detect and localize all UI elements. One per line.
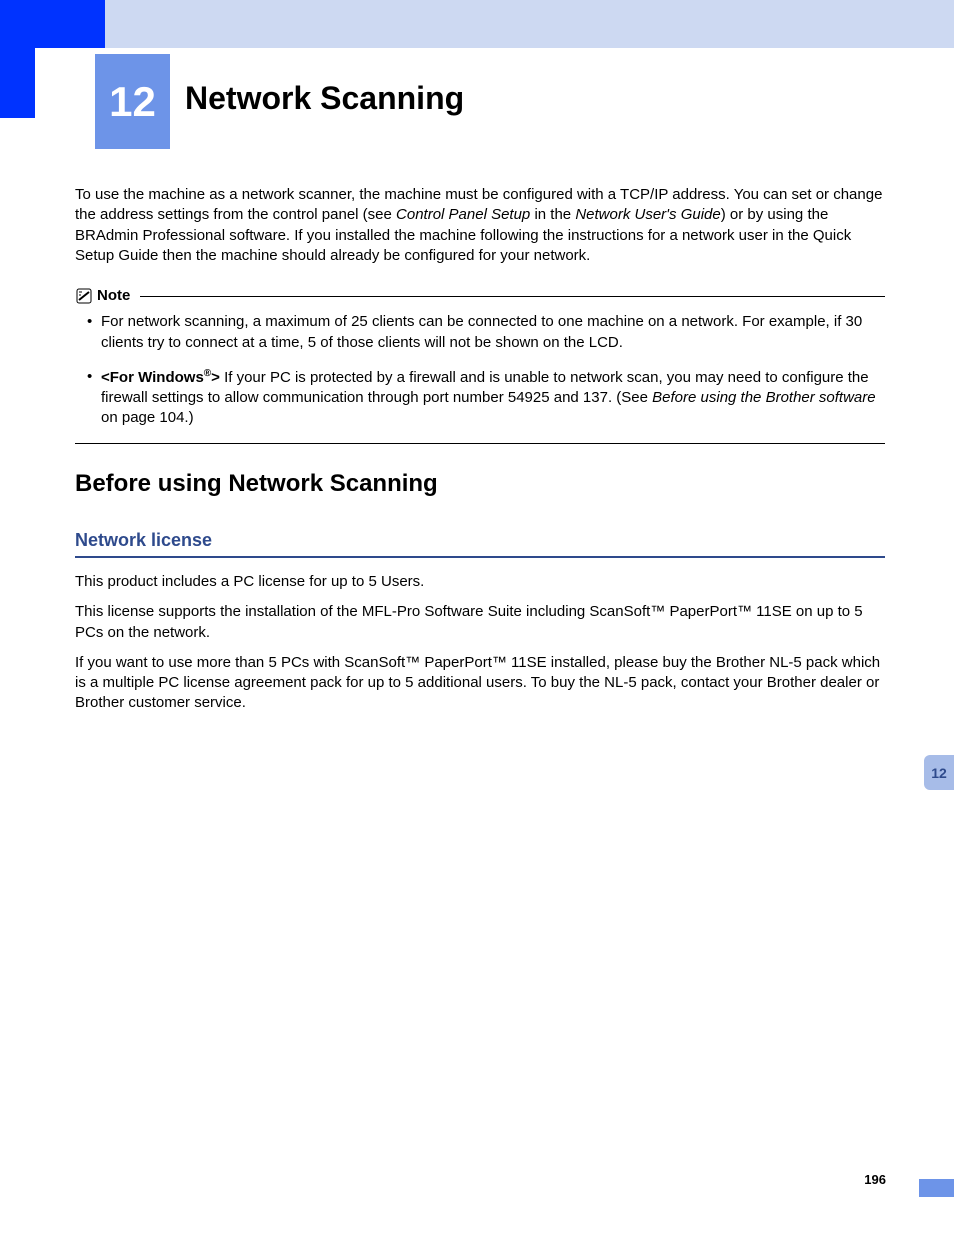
subsection-heading: Network license bbox=[75, 528, 885, 558]
intro-cps-ref: Control Panel Setup bbox=[396, 206, 530, 223]
note-item-2-prefix: <For Windows bbox=[101, 369, 204, 386]
license-p3: If you want to use more than 5 PCs with … bbox=[75, 653, 885, 714]
chapter-title: Network Scanning bbox=[185, 80, 464, 117]
intro-nug-ref: Network User's Guide bbox=[575, 206, 720, 223]
license-p2: This license supports the installation o… bbox=[75, 602, 885, 643]
license-p1: This product includes a PC license for u… bbox=[75, 572, 885, 592]
header-light-strip bbox=[105, 0, 954, 48]
side-tab: 12 bbox=[924, 755, 954, 790]
note-item-1: For network scanning, a maximum of 25 cl… bbox=[87, 312, 885, 353]
note-item-2: <For Windows®> If your PC is protected b… bbox=[87, 367, 885, 429]
left-blue-bar bbox=[0, 48, 35, 118]
note-label: Note bbox=[97, 286, 130, 306]
page-number: 196 bbox=[864, 1172, 886, 1187]
note-bottom-rule bbox=[75, 443, 885, 444]
note-item-2-link: Before using the Brother software bbox=[652, 389, 875, 406]
section-heading: Before using Network Scanning bbox=[75, 468, 885, 500]
chapter-number: 12 bbox=[109, 78, 156, 126]
note-list: For network scanning, a maximum of 25 cl… bbox=[75, 312, 885, 428]
note-item-1-text: For network scanning, a maximum of 25 cl… bbox=[101, 313, 862, 350]
note-icon bbox=[75, 287, 93, 305]
content-area: To use the machine as a network scanner,… bbox=[75, 185, 885, 724]
intro-paragraph: To use the machine as a network scanner,… bbox=[75, 185, 885, 266]
note-item-2-suffix: > bbox=[211, 369, 220, 386]
note-header: Note bbox=[75, 286, 885, 306]
note-item-2-pageref: on page 104.) bbox=[101, 409, 194, 426]
side-tab-number: 12 bbox=[931, 765, 947, 781]
note-header-rule bbox=[140, 296, 885, 297]
footer-accent-bar bbox=[919, 1179, 954, 1197]
header-blue-block bbox=[0, 0, 105, 48]
intro-inthe: in the bbox=[530, 206, 575, 223]
chapter-number-box: 12 bbox=[95, 54, 170, 149]
